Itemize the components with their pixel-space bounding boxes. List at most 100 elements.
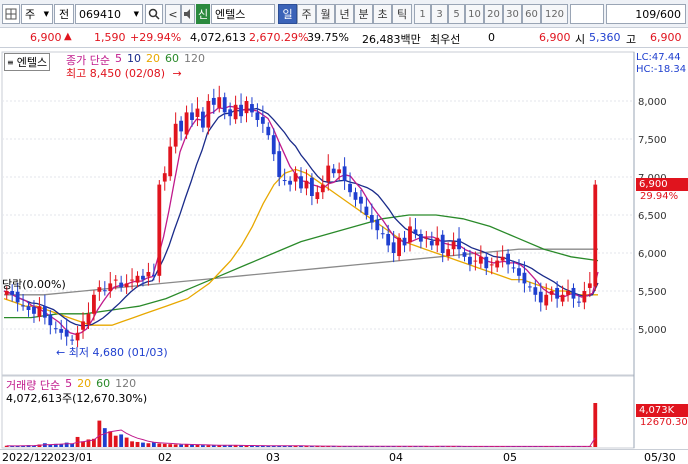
prev-stock-button[interactable]: < bbox=[165, 4, 181, 24]
current-value: 6,900 bbox=[539, 31, 571, 44]
limit-note: 당락(0.00%) bbox=[2, 278, 66, 291]
candle-body bbox=[282, 180, 287, 182]
price-tick-label: 5,000 bbox=[638, 325, 667, 336]
volume-bar bbox=[168, 444, 173, 447]
volume-bar bbox=[102, 428, 107, 447]
candle-body bbox=[315, 192, 320, 200]
candle-body bbox=[146, 272, 151, 277]
stock-label-box[interactable]: ≡ 엔텔스 bbox=[4, 53, 51, 71]
candle-body bbox=[555, 287, 560, 299]
interval-1[interactable]: 1 bbox=[414, 4, 431, 24]
search-button[interactable] bbox=[145, 4, 163, 24]
candle-body bbox=[201, 111, 205, 128]
period-tab-week[interactable]: 주 bbox=[297, 4, 316, 24]
price-tick-label: 8,000 bbox=[638, 97, 667, 108]
candle-body bbox=[309, 177, 314, 196]
period-tab-second[interactable]: 초 bbox=[373, 4, 392, 24]
candle-body bbox=[478, 256, 483, 264]
interval-5[interactable]: 5 bbox=[448, 4, 465, 24]
candle-body bbox=[53, 328, 58, 330]
candle-body bbox=[26, 306, 31, 310]
volume-bar bbox=[206, 445, 211, 447]
interval-30-label: 30 bbox=[506, 8, 519, 20]
volume-bar bbox=[108, 431, 113, 447]
candle-body bbox=[500, 256, 505, 261]
candle-body bbox=[506, 253, 510, 265]
candle-body bbox=[489, 264, 494, 266]
interval-120[interactable]: 120 bbox=[541, 4, 568, 24]
interval-10[interactable]: 10 bbox=[465, 4, 484, 24]
interval-20[interactable]: 20 bbox=[484, 4, 503, 24]
candle-body bbox=[135, 275, 140, 283]
candle-body bbox=[451, 241, 456, 250]
candle-body bbox=[538, 291, 543, 303]
candle-body bbox=[359, 196, 363, 204]
candle-body bbox=[473, 260, 478, 262]
speaker-icon bbox=[184, 9, 190, 19]
period-month-label: 월 bbox=[320, 8, 331, 21]
price-tick-label: 7,500 bbox=[638, 135, 667, 146]
stock-name-field[interactable]: 엔텔스 bbox=[211, 4, 275, 24]
candle-body bbox=[179, 120, 184, 132]
date-label: 04 bbox=[389, 451, 403, 464]
candle-body bbox=[64, 329, 69, 337]
period-tab-year[interactable]: 년 bbox=[335, 4, 354, 24]
candle-body bbox=[544, 294, 549, 306]
interval-3[interactable]: 3 bbox=[431, 4, 448, 24]
candle-body bbox=[206, 101, 211, 128]
best-value: 0 bbox=[488, 31, 495, 44]
candle-body bbox=[48, 314, 53, 326]
stock-code-input[interactable]: 069410 ▼ bbox=[75, 4, 143, 24]
candle-body bbox=[244, 101, 249, 114]
market-select[interactable]: 주 ▼ bbox=[21, 4, 53, 24]
candle-body bbox=[92, 294, 96, 314]
candle-body bbox=[124, 283, 129, 288]
low-note-text: 최저 4,680 (01/03) bbox=[68, 346, 168, 359]
interval-input[interactable] bbox=[570, 4, 604, 24]
open-label: 시 bbox=[575, 33, 586, 46]
magnifier-icon bbox=[148, 8, 160, 20]
volume-bar bbox=[162, 443, 167, 447]
interval-60[interactable]: 60 bbox=[522, 4, 541, 24]
price-value: 6,900 bbox=[30, 31, 62, 44]
candle-body bbox=[228, 109, 233, 117]
candle-body bbox=[320, 184, 325, 193]
hc-label: HC:-18.34 bbox=[636, 64, 687, 75]
candle-body bbox=[141, 275, 145, 280]
candle-body bbox=[293, 173, 298, 182]
date-label: 2023/01 bbox=[47, 451, 93, 464]
period-second-label: 초 bbox=[377, 8, 388, 21]
candle-body bbox=[364, 206, 369, 215]
candle-body bbox=[113, 279, 118, 281]
last-pct-tag: 29.94% bbox=[640, 191, 679, 202]
period-tabs: 일 주 월 년 분 초 틱 bbox=[278, 4, 412, 24]
period-tab-day[interactable]: 일 bbox=[278, 4, 297, 24]
change-value: 1,590 bbox=[94, 31, 126, 44]
volume-bar bbox=[130, 441, 134, 447]
speaker-button[interactable] bbox=[181, 4, 195, 24]
best-label: 최우선 bbox=[430, 33, 461, 46]
period-tab-tick[interactable]: 틱 bbox=[392, 4, 412, 24]
candle-body bbox=[255, 112, 260, 120]
interval-30[interactable]: 30 bbox=[503, 4, 522, 24]
volume-tag: 4,073K bbox=[636, 404, 688, 417]
count-field[interactable]: 109/600 bbox=[606, 4, 686, 24]
code-type-select[interactable]: 전 bbox=[54, 4, 74, 24]
volume-bar bbox=[190, 444, 194, 447]
open-value: 5,360 bbox=[589, 31, 621, 44]
candle-body bbox=[304, 180, 309, 189]
volume-bar bbox=[211, 445, 216, 447]
period-tab-minute[interactable]: 분 bbox=[354, 4, 373, 24]
candle-body bbox=[386, 234, 391, 246]
candle-body bbox=[348, 183, 352, 193]
period-year-label: 년 bbox=[339, 8, 350, 21]
candle-body bbox=[102, 290, 107, 292]
stock-name-value: 엔텔스 bbox=[215, 8, 246, 21]
volume-bar bbox=[113, 435, 118, 447]
period-tab-month[interactable]: 월 bbox=[316, 4, 335, 24]
candle-body bbox=[250, 104, 254, 113]
candle-body bbox=[533, 287, 538, 295]
grid-icon[interactable] bbox=[2, 4, 20, 24]
volume-bar bbox=[135, 441, 140, 447]
interval-1-label: 1 bbox=[419, 8, 426, 20]
